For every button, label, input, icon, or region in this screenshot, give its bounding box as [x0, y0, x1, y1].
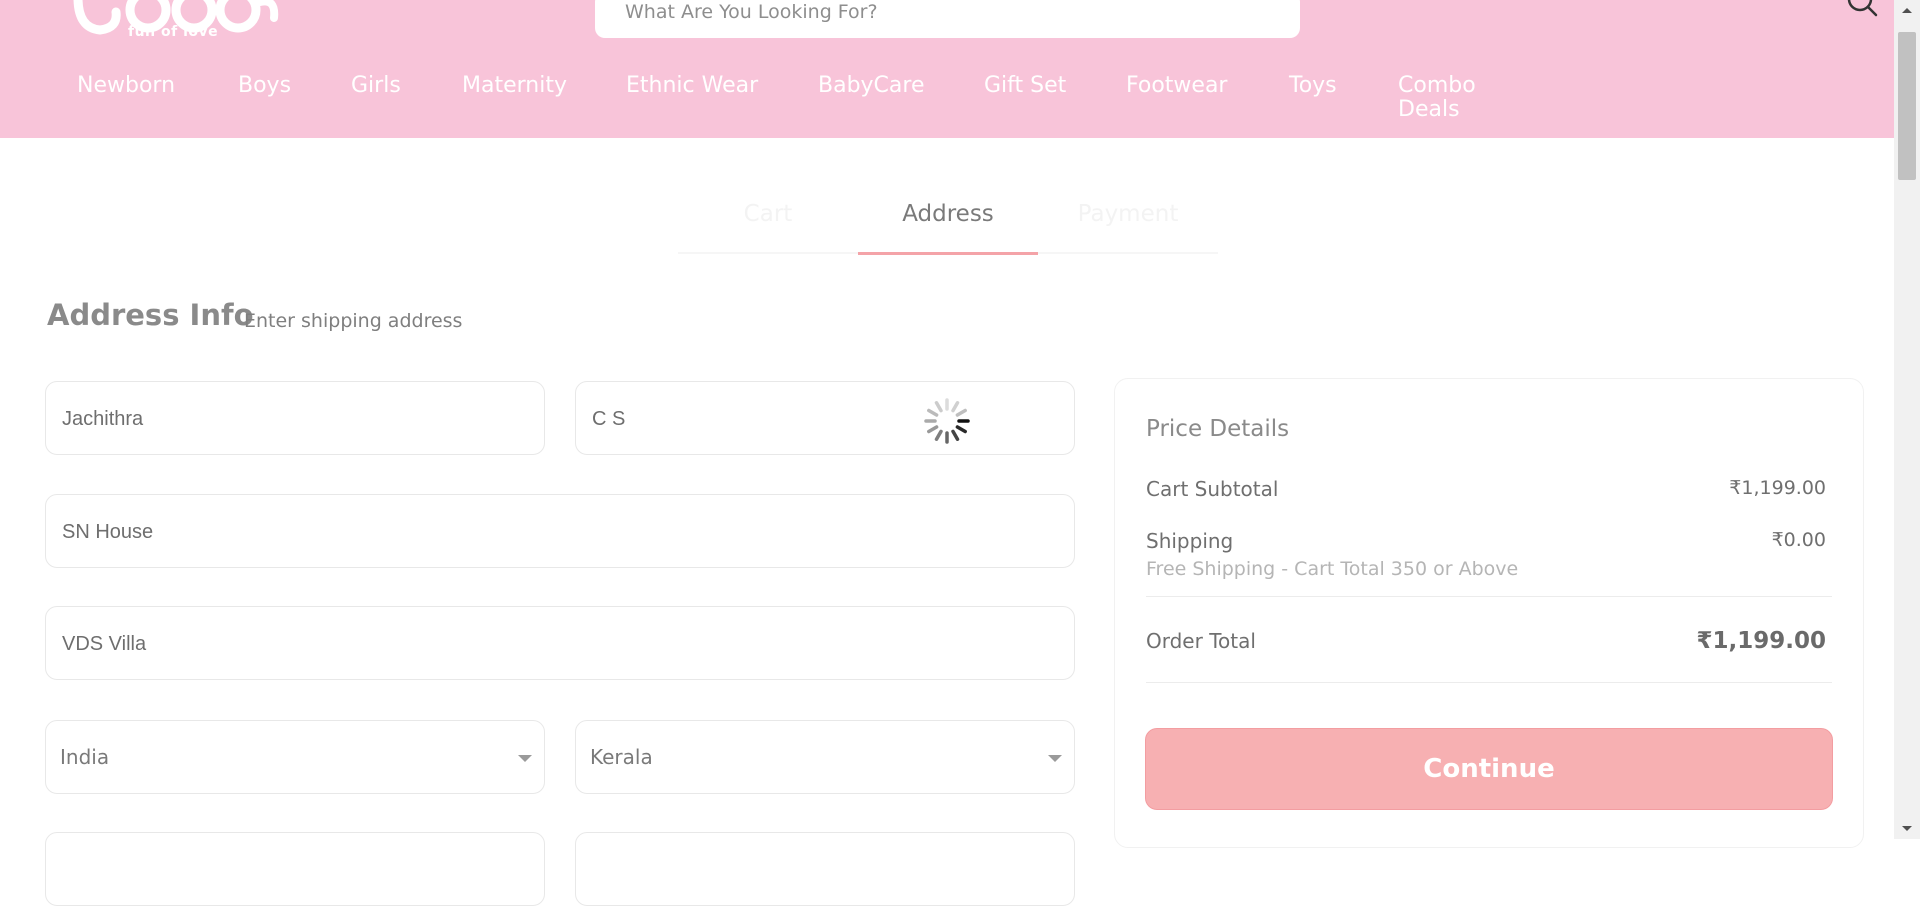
first-name-field[interactable]: [45, 381, 545, 455]
search-box[interactable]: [595, 0, 1878, 38]
cart-subtotal-label: Cart Subtotal: [1146, 477, 1279, 501]
site-header: full of love Newborn Boys Girls Maternit…: [0, 0, 1894, 138]
page-scrollbar[interactable]: [1894, 0, 1920, 839]
loading-spinner-icon: [924, 398, 970, 444]
shipping-note: Free Shipping - Cart Total 350 or Above: [1146, 558, 1519, 580]
page-subtitle: Enter shipping address: [244, 310, 463, 332]
nav-item-maternity[interactable]: Maternity: [462, 74, 567, 98]
state-select-value: Kerala: [590, 745, 653, 769]
address-line1-field[interactable]: [45, 494, 1075, 568]
next-field-right[interactable]: [575, 832, 1075, 906]
country-select[interactable]: India: [45, 720, 545, 794]
main-nav: Newborn Boys Girls Maternity Ethnic Wear…: [0, 74, 1600, 134]
search-icon[interactable]: [1845, 0, 1879, 18]
address-line1-input[interactable]: [60, 517, 938, 547]
search-input[interactable]: [623, 0, 1227, 26]
nav-item-combo-deals[interactable]: Combo Deals: [1398, 74, 1476, 122]
logo-tagline: full of love: [128, 24, 219, 40]
step-cart[interactable]: Cart: [678, 196, 858, 254]
state-select[interactable]: Kerala: [575, 720, 1075, 794]
address-line2-input[interactable]: [60, 629, 938, 659]
step-payment[interactable]: Payment: [1038, 196, 1218, 254]
nav-item-newborn[interactable]: Newborn: [77, 74, 175, 98]
price-details-title: Price Details: [1146, 416, 1290, 442]
scroll-up-arrow-icon[interactable]: [1902, 8, 1912, 13]
chevron-down-icon[interactable]: [1048, 755, 1062, 762]
checkout-steps: Cart Address Payment: [678, 196, 1218, 255]
last-name-field[interactable]: [575, 381, 1075, 455]
page-title: Address Info: [47, 298, 254, 332]
shipping-value: ₹0.00: [1771, 529, 1826, 551]
nav-item-boys[interactable]: Boys: [238, 74, 291, 98]
divider: [1146, 596, 1832, 597]
address-line2-field[interactable]: [45, 606, 1075, 680]
country-select-value: India: [60, 745, 110, 769]
shipping-label: Shipping: [1146, 529, 1234, 553]
nav-item-footwear[interactable]: Footwear: [1126, 74, 1227, 98]
chevron-down-icon[interactable]: [518, 755, 532, 762]
nav-item-gift-set[interactable]: Gift Set: [984, 74, 1066, 98]
order-total-label: Order Total: [1146, 629, 1256, 653]
step-address[interactable]: Address: [858, 196, 1038, 255]
cart-subtotal-value: ₹1,199.00: [1729, 477, 1826, 499]
order-total-value: ₹1,199.00: [1696, 628, 1827, 654]
continue-button[interactable]: Continue: [1145, 728, 1833, 810]
nav-item-ethnic-wear[interactable]: Ethnic Wear: [626, 74, 758, 98]
scroll-down-arrow-icon[interactable]: [1902, 826, 1912, 831]
divider: [1146, 682, 1832, 683]
nav-item-girls[interactable]: Girls: [351, 74, 401, 98]
nav-item-babycare[interactable]: BabyCare: [818, 74, 925, 98]
scrollbar-thumb[interactable]: [1898, 32, 1916, 180]
first-name-input[interactable]: [60, 404, 488, 434]
nav-item-toys[interactable]: Toys: [1289, 74, 1337, 98]
next-field-left[interactable]: [45, 832, 545, 906]
